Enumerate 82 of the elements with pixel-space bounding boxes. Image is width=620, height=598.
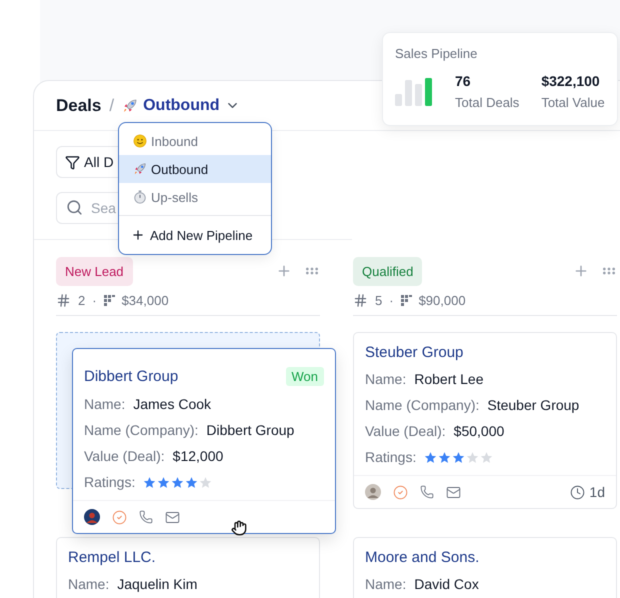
- phone-icon[interactable]: [420, 485, 434, 499]
- add-icon[interactable]: [573, 263, 589, 279]
- stage-total: $34,000: [122, 293, 169, 308]
- deal-title[interactable]: Steuber Group: [365, 344, 464, 361]
- field-value: Dibbert Group: [206, 422, 294, 438]
- deal-count: 2: [78, 293, 86, 308]
- stopwatch-icon: [133, 190, 147, 204]
- deal-count: 5: [375, 293, 382, 308]
- field-label: Value (Deal):: [365, 423, 446, 439]
- field-value: Robert Lee: [414, 371, 484, 387]
- pipeline-icon: [400, 295, 412, 306]
- plus-icon: [131, 228, 145, 242]
- add-pipeline-label: Add New Pipeline: [150, 228, 253, 242]
- rocket-icon: [122, 98, 138, 114]
- field-value: Jaquelin Kim: [117, 576, 198, 592]
- search-icon: [66, 199, 83, 216]
- phone-icon[interactable]: [139, 510, 153, 524]
- clock-icon: [570, 484, 586, 500]
- field-label: Name:: [68, 576, 110, 592]
- field-label: Ratings:: [365, 449, 416, 465]
- deal-card[interactable]: Rempel LLC. Name: Jaquelin Kim: [56, 537, 320, 598]
- field-value: Steuber Group: [487, 397, 580, 413]
- hand-cursor-icon: [231, 520, 247, 536]
- filter-icon: [65, 154, 80, 170]
- mail-icon[interactable]: [446, 484, 461, 500]
- smiley-icon: [133, 134, 147, 148]
- stat-label: Total Deals: [455, 95, 520, 110]
- field-value: David Cox: [414, 576, 479, 592]
- star-icon: [452, 450, 466, 464]
- menu-item-label: Outbound: [151, 162, 208, 176]
- stat-label: Total Value: [541, 95, 605, 110]
- field-label: Value (Deal):: [84, 448, 165, 464]
- stage-tag: New Lead: [56, 256, 133, 286]
- task-check-icon[interactable]: [112, 510, 127, 524]
- deal-age: 1d: [589, 484, 605, 500]
- summary-title: Sales Pipeline: [395, 46, 478, 61]
- bar-chart-icon: [395, 78, 433, 106]
- deal-title[interactable]: Dibbert Group: [84, 368, 178, 385]
- deal-title[interactable]: Rempel LLC.: [68, 549, 156, 566]
- breadcrumb-separator: /: [109, 96, 114, 116]
- star-icon: [199, 476, 212, 488]
- stage-tag: Qualified: [353, 256, 422, 286]
- field-label: Name (Company):: [365, 397, 480, 413]
- deal-title[interactable]: Moore and Sons.: [365, 549, 480, 566]
- hash-icon: [56, 293, 71, 308]
- avatar[interactable]: [84, 509, 100, 525]
- status-badge: Won: [286, 367, 324, 386]
- page-title: Deals: [56, 96, 102, 116]
- field-value: $50,000: [454, 423, 504, 439]
- menu-item-label: Inbound: [151, 134, 198, 148]
- stage-total: $90,000: [418, 293, 466, 308]
- field-label: Name:: [365, 576, 406, 592]
- pipeline-selector[interactable]: Outbound: [122, 96, 240, 114]
- field-label: Name (Company):: [84, 422, 198, 438]
- menu-item[interactable]: Outbound: [119, 155, 271, 183]
- field-label: Ratings:: [84, 474, 136, 490]
- star-icon: [438, 450, 452, 464]
- dot-separator: ·: [389, 293, 394, 308]
- star-icon: [466, 450, 480, 464]
- menu-item-label: Up-sells: [151, 190, 198, 204]
- field-label: Name:: [84, 396, 126, 412]
- rocket-icon: [133, 162, 147, 176]
- pipeline-icon: [104, 295, 115, 306]
- dot-separator: ·: [92, 293, 97, 308]
- star-icon: [157, 476, 170, 488]
- mail-icon[interactable]: [165, 510, 180, 524]
- field-value: James Cook: [133, 396, 212, 412]
- star-icon: [171, 476, 184, 488]
- stat-value: $322,100: [541, 73, 601, 89]
- star-icon: [424, 450, 438, 464]
- deal-card[interactable]: Steuber Group Name: Robert Lee Name (Company): Steuber Group Value (Deal): $50,000 Ratings: 1d: [353, 332, 617, 509]
- stat-value: 76: [455, 73, 472, 89]
- star-icon: [185, 476, 198, 488]
- star-icon: [480, 450, 494, 464]
- field-value: $12,000: [172, 448, 224, 464]
- task-check-icon[interactable]: [393, 484, 408, 500]
- field-label: Name:: [365, 371, 406, 387]
- hash-icon: [353, 293, 368, 308]
- deal-card[interactable]: Dibbert Group Won Name: James Cook Name (Company): Dibbert Group Value (Deal): $12,000 Ratings:: [72, 348, 336, 534]
- star-icon: [143, 476, 156, 488]
- add-icon[interactable]: [276, 263, 292, 279]
- deal-card[interactable]: Moore and Sons. Name: David Cox: [353, 537, 617, 598]
